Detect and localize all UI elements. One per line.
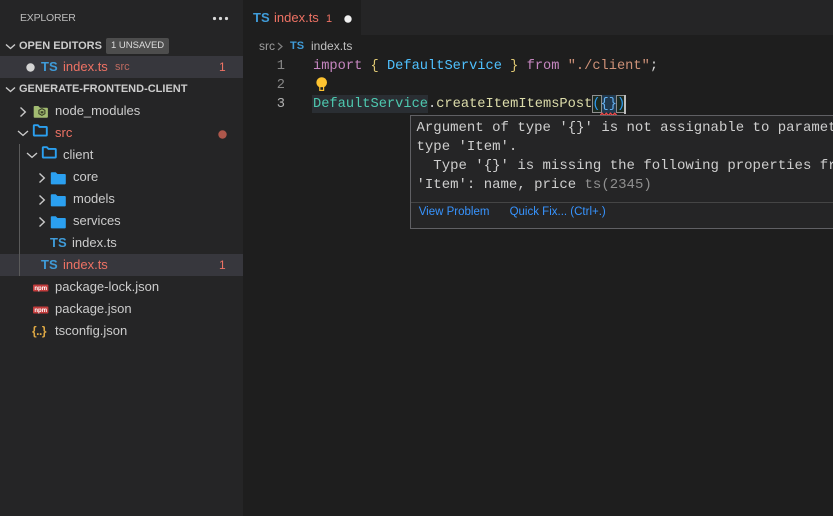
svg-text:npm: npm bbox=[34, 308, 47, 314]
svg-text:npm: npm bbox=[34, 286, 47, 292]
